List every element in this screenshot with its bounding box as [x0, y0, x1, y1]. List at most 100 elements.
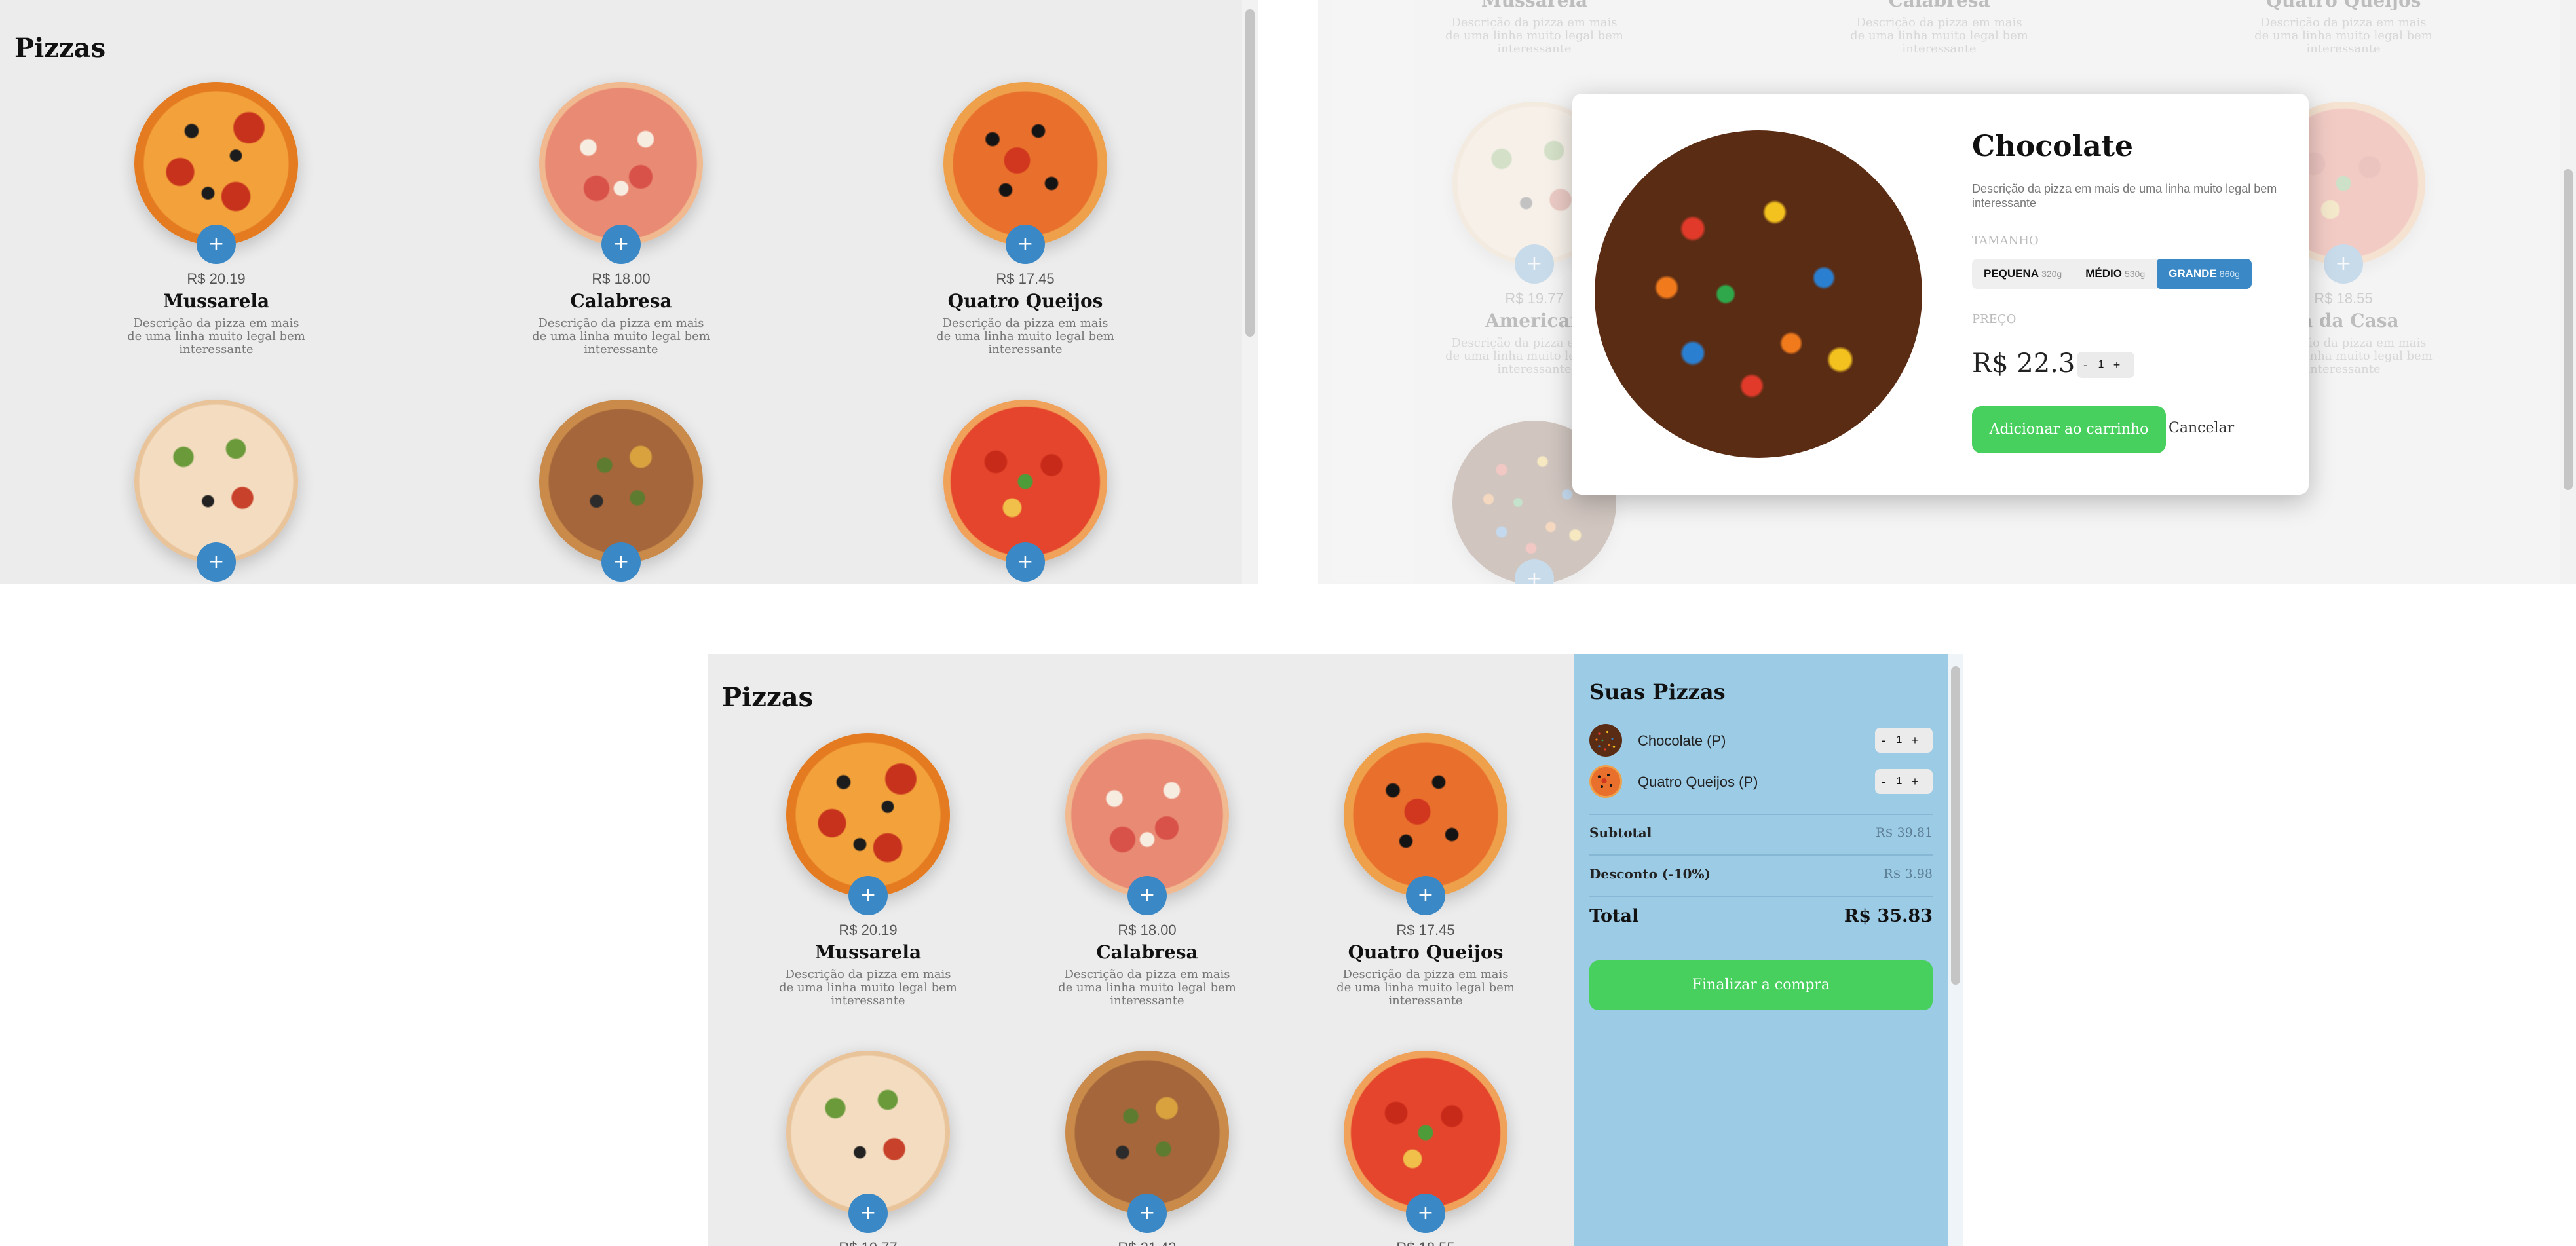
divider — [1589, 896, 1933, 897]
pizza-price: R$ 17.45 — [1396, 922, 1455, 938]
divider — [1589, 854, 1933, 856]
pizza-image: + — [1344, 1051, 1507, 1233]
pizza-image: + — [943, 82, 1107, 264]
add-pizza-button[interactable]: + — [1406, 1194, 1445, 1233]
add-pizza-button[interactable]: + — [601, 542, 641, 582]
page-title: Pizzas — [722, 682, 814, 713]
pizza-image: + — [134, 82, 298, 264]
cancel-button[interactable]: Cancelar — [2169, 420, 2234, 436]
scrollbar[interactable] — [1948, 654, 1963, 1246]
pizza-description: Descrição da pizza em mais de uma linha … — [127, 316, 305, 356]
add-pizza-button[interactable]: + — [1006, 225, 1045, 264]
pizza-image: + — [134, 400, 298, 582]
total-value: R$ 35.83 — [1844, 906, 1933, 926]
pizza-card-mussarela[interactable]: + R$ 20.19 Mussarela Descrição da pizza … — [118, 82, 314, 356]
add-pizza-button[interactable]: + — [1127, 876, 1167, 915]
pizza-card-americana[interactable]: + — [118, 400, 314, 582]
checkout-button[interactable]: Finalizar a compra — [1589, 960, 1933, 1010]
add-pizza-button[interactable]: + — [601, 225, 641, 264]
pizza-price: R$ 17.45 — [996, 271, 1055, 287]
pizza-card-calabresa[interactable]: + R$ 18.00 Calabresa Descrição da pizza … — [1049, 733, 1245, 1008]
pizza-description: Descrição da pizza em mais de uma linha … — [1336, 968, 1515, 1008]
size-option-label: PEQUENA — [1984, 267, 2039, 280]
pizza-price: R$ 18.00 — [1118, 922, 1177, 938]
add-pizza-button[interactable]: + — [1406, 876, 1445, 915]
pizza-name: Mussarela — [162, 290, 270, 312]
qty-decrease-button[interactable]: - — [2077, 358, 2094, 372]
pizza-name: Quatro Queijos — [947, 290, 1103, 312]
pizza-image: + — [539, 400, 703, 582]
add-pizza-button[interactable]: + — [848, 876, 888, 915]
screen-catalog-with-cart: Pizzas + R$ 20.19 Mussarela Descrição da… — [708, 654, 1963, 1246]
cart-item-name: Chocolate (P) — [1638, 732, 1726, 749]
scrollbar-thumb[interactable] — [1951, 666, 1960, 985]
size-option-weight: 860g — [2219, 269, 2240, 279]
pizza-description: Descrição da pizza em mais de uma linha … — [936, 316, 1114, 356]
cart-item-image — [1589, 765, 1622, 798]
pizza-image: + — [943, 400, 1107, 582]
add-pizza-button[interactable]: + — [1127, 1194, 1167, 1233]
size-selector: PEQUENA 320g MÉDIO 530g GRANDE 860g — [1972, 259, 2252, 289]
qty-increase-button[interactable]: + — [1906, 734, 1923, 747]
pizza-card-casa[interactable]: + — [927, 400, 1124, 582]
size-option-pequena[interactable]: PEQUENA 320g — [1972, 259, 2074, 289]
pizza-image: + — [786, 1051, 950, 1233]
scrollbar[interactable] — [2560, 0, 2576, 584]
pizza-price: R$ 20.19 — [839, 922, 898, 938]
cart-item-quantity-stepper: - 1 + — [1875, 728, 1933, 753]
pizza-name: Quatro Queijos — [1348, 941, 1504, 963]
pizza-card-quatro-queijos[interactable]: + R$ 17.45 Quatro Queijos Descrição da p… — [1327, 733, 1524, 1008]
quantity-stepper: - 1 + — [2077, 352, 2134, 378]
pizza-name: Mussarela — [814, 941, 922, 963]
pizza-name: Calabresa — [570, 290, 672, 312]
size-label: TAMANHO — [1972, 234, 2039, 248]
add-pizza-button[interactable]: + — [1006, 542, 1045, 582]
subtotal-label: Subtotal — [1589, 825, 1652, 840]
size-option-weight: 530g — [2124, 269, 2146, 279]
pizza-card-americana[interactable]: + R$ 19.77 — [770, 1051, 966, 1246]
size-option-grande[interactable]: GRANDE 860g — [2157, 259, 2252, 289]
qty-value: 1 — [1896, 776, 1903, 787]
modal-pizza-image — [1595, 130, 1922, 458]
screen-catalog: Pizzas + R$ 20.19 Mussarela Descrição da… — [0, 0, 1258, 584]
divider — [1589, 814, 1933, 815]
scrollbar[interactable] — [1242, 0, 1258, 584]
add-pizza-button[interactable]: + — [848, 1194, 888, 1233]
size-option-label: GRANDE — [2169, 267, 2217, 280]
modal-pizza-description: Descrição da pizza em mais de uma linha … — [1972, 182, 2277, 210]
price-label: PREÇO — [1972, 312, 2017, 326]
qty-increase-button[interactable]: + — [2108, 358, 2125, 372]
discount-label: Desconto (-10%) — [1589, 866, 1711, 882]
screen-pizza-modal: Mussarela Descrição da pizza em mais de … — [1318, 0, 2576, 584]
size-option-label: MÉDIO — [2085, 267, 2122, 280]
add-pizza-button[interactable]: + — [197, 542, 236, 582]
pizza-card-portuguesa[interactable]: + — [523, 400, 719, 582]
total-label: Total — [1589, 906, 1639, 926]
pizza-name: Calabresa — [1096, 941, 1198, 963]
scrollbar-thumb[interactable] — [2564, 169, 2573, 490]
add-pizza-button[interactable]: + — [197, 225, 236, 264]
scrollbar-thumb[interactable] — [1245, 9, 1255, 337]
qty-increase-button[interactable]: + — [1906, 775, 1923, 789]
pizza-card-casa[interactable]: + R$ 18.55 — [1327, 1051, 1524, 1246]
qty-decrease-button[interactable]: - — [1875, 775, 1892, 789]
size-option-medio[interactable]: MÉDIO 530g — [2074, 259, 2157, 289]
qty-decrease-button[interactable]: - — [1875, 734, 1892, 747]
subtotal-value: R$ 39.81 — [1876, 825, 1933, 840]
page-title: Pizzas — [14, 33, 106, 64]
cart-item: Quatro Queijos (P) - 1 + — [1589, 764, 1933, 799]
pizza-modal: Chocolate Descrição da pizza em mais de … — [1572, 94, 2309, 495]
pizza-card-calabresa[interactable]: + R$ 18.00 Calabresa Descrição da pizza … — [523, 82, 719, 356]
pizza-description: Descrição da pizza em mais de uma linha … — [532, 316, 710, 356]
add-to-cart-button[interactable]: Adicionar ao carrinho — [1972, 406, 2166, 453]
modal-price: R$ 22.36 — [1972, 349, 2092, 379]
cart-panel: Suas Pizzas Chocolate (P) - 1 + Quatro Q… — [1574, 654, 1963, 1246]
pizza-card-mussarela[interactable]: + R$ 20.19 Mussarela Descrição da pizza … — [770, 733, 966, 1008]
pizza-image: + — [1065, 733, 1229, 915]
pizza-image: + — [539, 82, 703, 264]
pizza-card-portuguesa[interactable]: + R$ 21.43 — [1049, 1051, 1245, 1246]
pizza-card-quatro-queijos[interactable]: + R$ 17.45 Quatro Queijos Descrição da p… — [927, 82, 1124, 356]
pizza-price: R$ 21.43 — [1049, 1239, 1245, 1246]
pizza-image: + — [1065, 1051, 1229, 1233]
size-option-weight: 320g — [2041, 269, 2062, 279]
